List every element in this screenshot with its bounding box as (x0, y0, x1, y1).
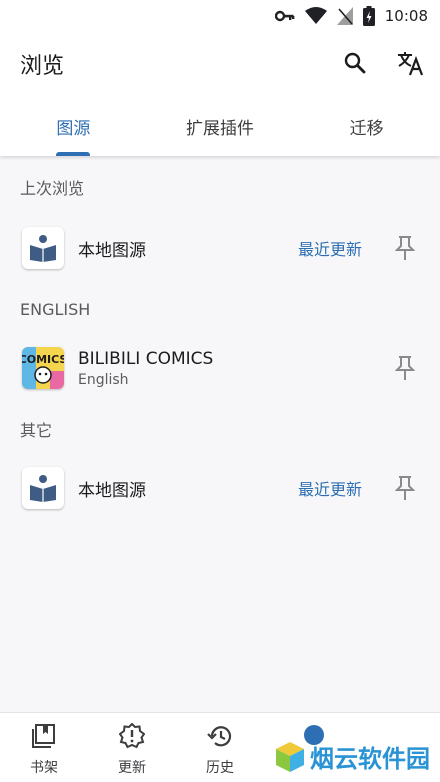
history-icon (207, 723, 233, 753)
source-row-local[interactable]: 本地图源 最近更新 (0, 218, 440, 278)
latest-button[interactable]: 最近更新 (298, 236, 362, 260)
nav-label: 更新 (118, 760, 146, 776)
translate-icon[interactable] (396, 46, 426, 80)
update-alert-icon (118, 722, 146, 753)
page-title: 浏览 (20, 54, 65, 79)
app-bar: 浏览 (0, 32, 440, 96)
battery-icon (362, 6, 375, 26)
nav-label: 书架 (30, 760, 58, 776)
pin-icon[interactable] (392, 353, 418, 383)
status-bar: 10:08 (0, 0, 440, 32)
source-name: BILIBILI COMICS (78, 348, 214, 369)
svg-text:COMICS: COMICS (22, 353, 64, 366)
wifi-icon (304, 7, 327, 25)
book-reader-icon (22, 467, 64, 509)
book-reader-icon (22, 227, 64, 269)
vpn-key-icon (274, 10, 295, 22)
nav-library[interactable]: 书架 (0, 713, 88, 782)
bookshelf-icon (31, 723, 57, 753)
source-row-bilibili[interactable]: COMICS BILIBILI COMICS English (0, 338, 440, 398)
watermark-cube-icon (276, 741, 304, 772)
section-header-last-used: 上次浏览 (20, 179, 85, 198)
clock-time: 10:08 (384, 7, 428, 25)
nav-updates[interactable]: 更新 (88, 713, 176, 782)
watermark: 烟云软件园 (274, 739, 430, 774)
nav-label: 历史 (206, 760, 234, 776)
source-row-local[interactable]: 本地图源 最近更新 (0, 458, 440, 518)
tab-bar: 图源 扩展插件 迁移 (0, 96, 440, 156)
signal-icon (336, 7, 353, 25)
tab-sources[interactable]: 图源 (0, 96, 147, 156)
pin-icon[interactable] (392, 233, 418, 263)
tab-migration[interactable]: 迁移 (293, 96, 440, 156)
comics-icon: COMICS (22, 347, 64, 389)
nav-history[interactable]: 历史 (176, 713, 264, 782)
tab-extensions[interactable]: 扩展插件 (147, 96, 294, 156)
section-header-english: ENGLISH (20, 299, 91, 319)
watermark-text: 烟云软件园 (310, 745, 430, 773)
source-language: English (78, 371, 129, 388)
section-header-other: 其它 (20, 421, 53, 440)
source-name: 本地图源 (78, 240, 146, 261)
source-name: 本地图源 (78, 480, 146, 501)
pin-icon[interactable] (392, 473, 418, 503)
search-icon[interactable] (340, 46, 370, 80)
latest-button[interactable]: 最近更新 (298, 476, 362, 500)
